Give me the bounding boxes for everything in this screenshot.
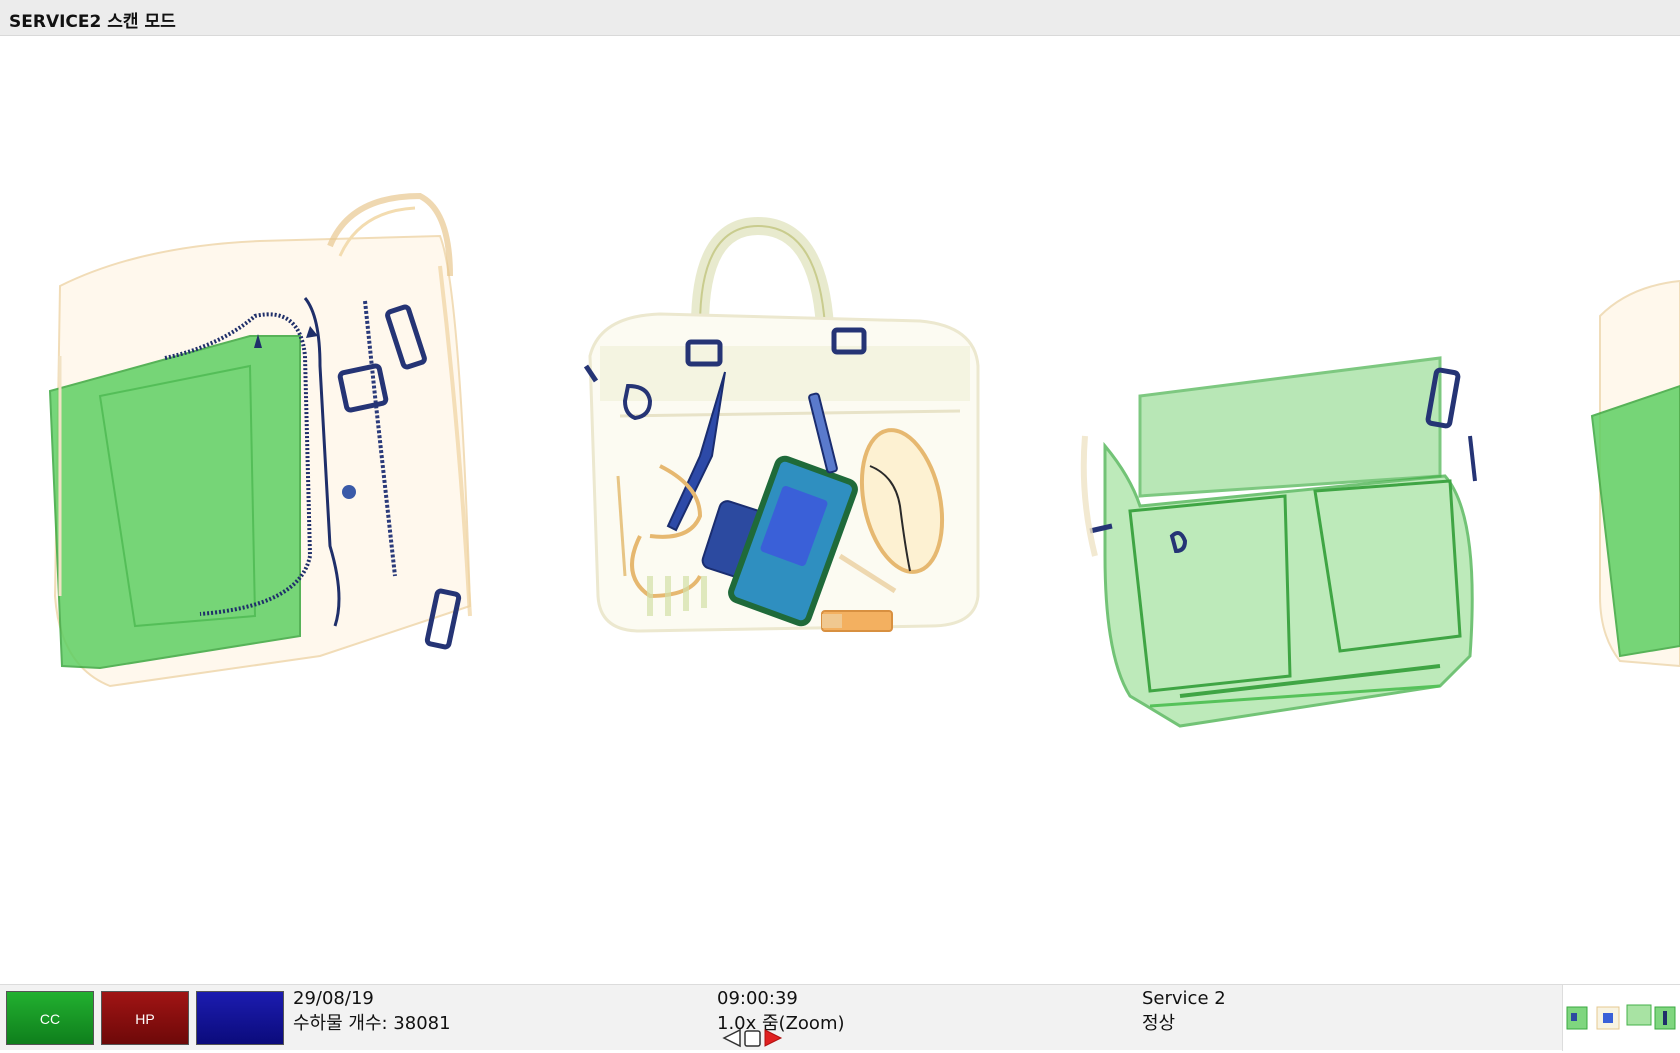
thumbnail-images bbox=[1566, 1004, 1676, 1030]
time-text: 09:00:39 bbox=[717, 988, 798, 1009]
date-text: 29/08/19 bbox=[293, 988, 374, 1009]
thumbnail-strip[interactable] bbox=[1562, 985, 1680, 1051]
baggage-count-text: 수하물 개수: 38081 bbox=[293, 1013, 451, 1034]
hp-mode-button[interactable]: HP bbox=[101, 991, 189, 1045]
bag-partial bbox=[1590, 279, 1680, 668]
system-status-text: 정상 bbox=[1142, 1013, 1176, 1034]
blue-mode-button[interactable] bbox=[196, 991, 284, 1045]
triangle-right-icon[interactable] bbox=[764, 1029, 783, 1047]
playback-controls bbox=[722, 1028, 784, 1050]
xray-scan-view[interactable] bbox=[0, 36, 1680, 984]
xray-image bbox=[48, 192, 1680, 728]
status-bar: CC HP 29/08/19 수하물 개수: 38081 09:00:39 1.… bbox=[0, 984, 1680, 1051]
bag-right bbox=[1080, 356, 1477, 728]
bag-middle bbox=[583, 216, 980, 633]
cc-mode-button[interactable]: CC bbox=[6, 991, 94, 1045]
square-icon[interactable] bbox=[744, 1030, 761, 1047]
bag-left bbox=[48, 192, 472, 688]
title-bar: SERVICE2 스캔 모드 bbox=[0, 0, 1680, 36]
triangle-left-icon[interactable] bbox=[722, 1028, 741, 1048]
window-title: SERVICE2 스캔 모드 bbox=[9, 12, 176, 32]
service-name-text: Service 2 bbox=[1142, 988, 1226, 1009]
